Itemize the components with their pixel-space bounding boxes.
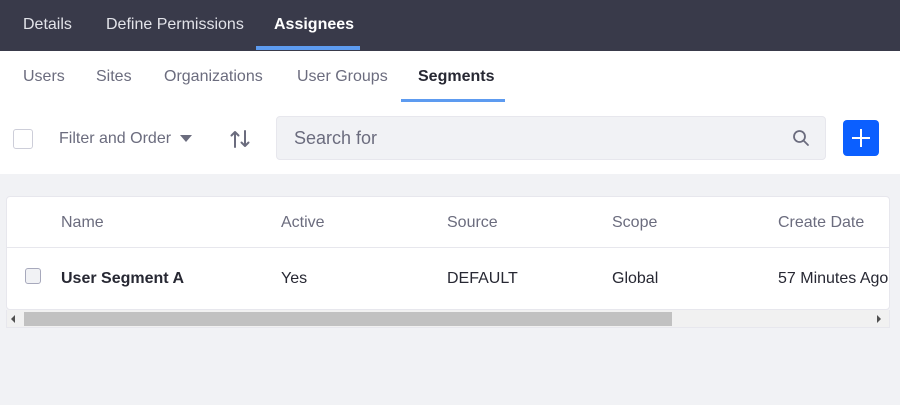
row-checkbox[interactable] (25, 268, 41, 284)
sort-arrows-icon[interactable] (228, 127, 252, 151)
search-icon[interactable] (792, 129, 810, 147)
cell-create-date: 57 Minutes Ago (778, 270, 889, 287)
cell-source: DEFAULT (447, 270, 518, 287)
scrollbar-thumb[interactable] (24, 312, 672, 326)
tab-define-permissions[interactable]: Define Permissions (106, 0, 244, 51)
select-all-checkbox[interactable] (13, 129, 33, 149)
subtab-segments[interactable]: Segments (418, 51, 494, 103)
scroll-left-arrow-icon[interactable] (11, 315, 15, 323)
segments-table: Name Active Source Scope Create Date Use… (6, 196, 890, 310)
column-header-scope: Scope (612, 214, 658, 231)
scroll-right-arrow-icon[interactable] (877, 315, 881, 323)
search-box[interactable] (276, 116, 826, 160)
cell-name[interactable]: User Segment A (61, 248, 184, 309)
column-header-source: Source (447, 214, 498, 231)
column-header-name: Name (61, 214, 104, 231)
horizontal-scrollbar[interactable] (6, 310, 890, 328)
subtab-sites[interactable]: Sites (96, 51, 132, 103)
subtab-users[interactable]: Users (23, 51, 65, 103)
add-button[interactable] (843, 120, 879, 156)
top-navigation: Details Define Permissions Assignees (0, 0, 900, 51)
subtab-organizations[interactable]: Organizations (164, 51, 263, 103)
column-header-create-date: Create Date (778, 214, 865, 231)
search-input[interactable] (294, 117, 774, 159)
active-tab-indicator (256, 46, 360, 50)
caret-down-icon[interactable] (180, 135, 192, 142)
subtab-user-groups[interactable]: User Groups (297, 51, 388, 103)
filter-and-order-dropdown[interactable]: Filter and Order (59, 125, 171, 153)
tab-assignees[interactable]: Assignees (274, 0, 354, 51)
active-subtab-indicator (401, 99, 505, 102)
cell-scope: Global (612, 270, 659, 287)
tab-details[interactable]: Details (23, 0, 72, 51)
cell-active: Yes (281, 270, 308, 287)
column-header-active: Active (281, 214, 325, 231)
sub-navigation: Users Sites Organizations User Groups Se… (0, 51, 900, 103)
management-toolbar: Filter and Order (0, 103, 900, 174)
